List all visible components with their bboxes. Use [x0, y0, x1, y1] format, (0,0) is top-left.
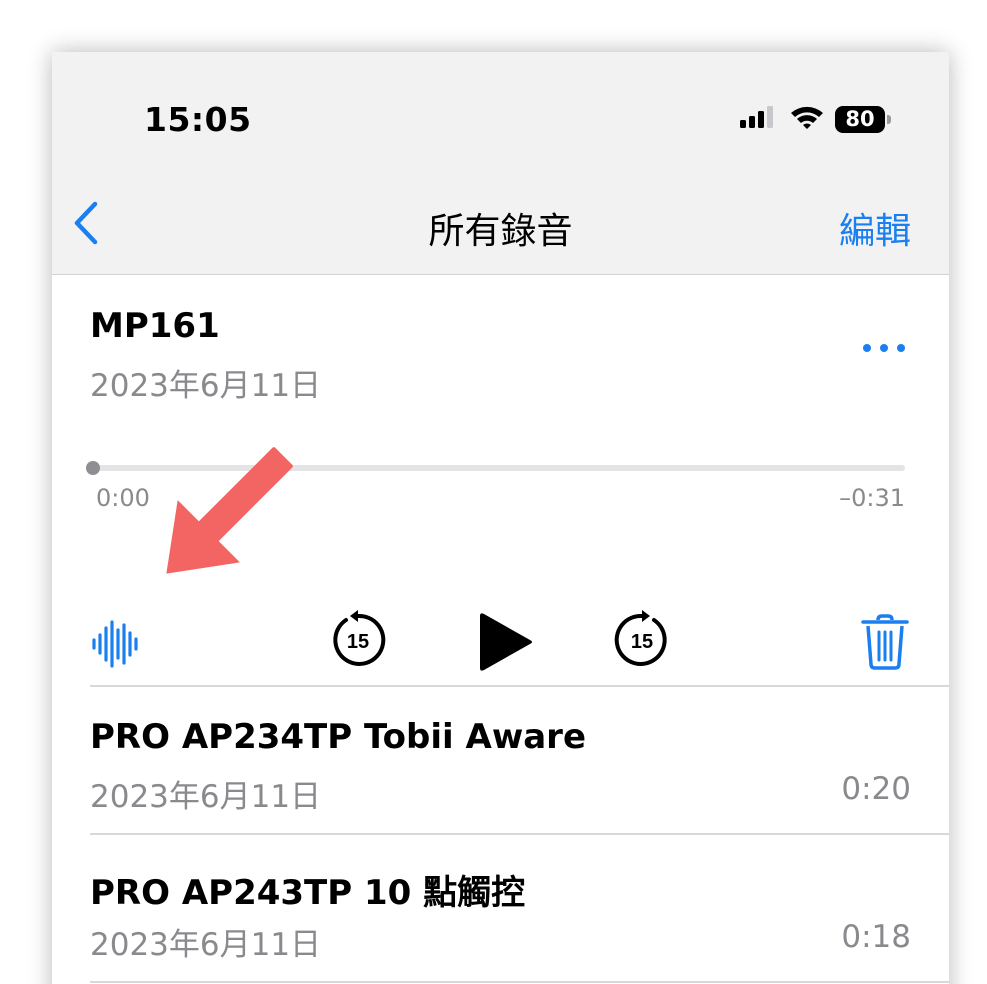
cellular-signal-icon: [739, 105, 779, 133]
recording-row-title: PRO AP234TP Tobii Aware: [90, 717, 587, 757]
recording-date: 2023年6月11日: [90, 368, 322, 404]
status-icons: 80: [739, 104, 891, 134]
ellipsis-icon: [863, 344, 905, 352]
skip-back-button[interactable]: 15: [328, 610, 388, 670]
play-icon: [472, 610, 536, 674]
play-button[interactable]: [472, 610, 536, 674]
skip-back-15-icon: 15: [333, 610, 386, 666]
playback-scrubber[interactable]: [86, 461, 905, 475]
status-time: 15:05: [144, 100, 252, 139]
skip-forward-button[interactable]: 15: [612, 610, 672, 670]
expanded-recording: MP161 2023年6月11日 0:00 –0:31 15 15: [52, 276, 949, 686]
phone-screen: 15:05 80 所有錄音 編輯 MP161 2023年6月11日 0:00 –…: [52, 52, 949, 984]
battery-nub: [887, 114, 891, 124]
divider: [90, 981, 949, 983]
screenshot-canvas: 15:05 80 所有錄音 編輯 MP161 2023年6月11日 0:00 –…: [0, 0, 987, 984]
skip-forward-seconds: 15: [631, 631, 653, 653]
recording-row[interactable]: PRO AP243TP 10 點觸控 2023年6月11日 0:18: [52, 835, 949, 981]
recording-row-title: PRO AP243TP 10 點觸控: [90, 873, 526, 913]
recording-row-date: 2023年6月11日: [90, 779, 322, 815]
trash-icon: [860, 614, 910, 670]
elapsed-time: 0:00: [96, 484, 150, 512]
battery-icon: 80: [835, 105, 891, 133]
recording-title: MP161: [90, 306, 220, 346]
recording-row-duration: 0:18: [841, 919, 911, 955]
more-options-button[interactable]: [859, 340, 909, 356]
battery-level: 80: [845, 107, 875, 131]
delete-button[interactable]: [860, 614, 910, 670]
skip-forward-15-icon: 15: [614, 610, 667, 666]
wifi-icon: [789, 104, 825, 134]
recording-row-duration: 0:20: [841, 771, 911, 807]
remaining-time: –0:31: [839, 484, 905, 512]
recording-row-date: 2023年6月11日: [90, 927, 322, 963]
waveform-icon: [90, 618, 142, 670]
recording-row[interactable]: PRO AP234TP Tobii Aware 2023年6月11日 0:20: [52, 687, 949, 833]
page-title: 所有錄音: [428, 211, 573, 252]
scrubber-handle[interactable]: [86, 461, 100, 475]
navigation-header: 15:05 80 所有錄音 編輯: [52, 52, 949, 275]
edit-recording-button[interactable]: [90, 618, 142, 670]
edit-button[interactable]: 編輯: [839, 202, 911, 254]
skip-back-seconds: 15: [347, 631, 369, 653]
